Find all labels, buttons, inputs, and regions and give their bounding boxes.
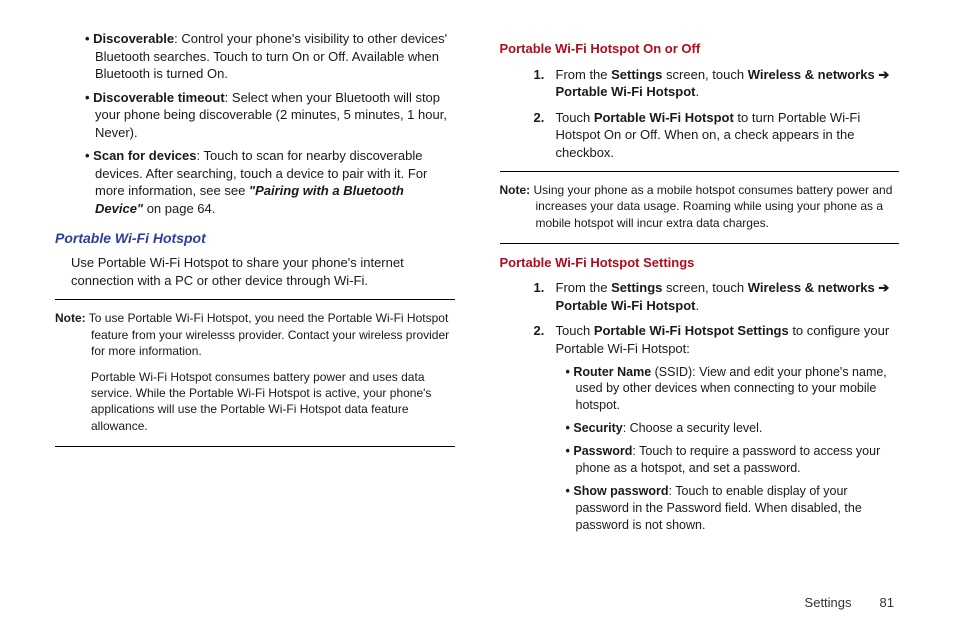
step-item: From the Settings screen, touch Wireless… bbox=[556, 66, 900, 101]
bullet-term: Scan for devices bbox=[93, 148, 196, 163]
bullet-item: Security: Choose a security level. bbox=[576, 420, 900, 437]
bullet-item: Router Name (SSID): View and edit your p… bbox=[576, 364, 900, 415]
bullet-item: Password: Touch to require a password to… bbox=[576, 443, 900, 477]
bullet-item: Scan for devices: Touch to scan for near… bbox=[95, 147, 455, 217]
note-block: Note: To use Portable Wi-Fi Hotspot, you… bbox=[55, 299, 455, 446]
step-item: Touch Portable Wi-Fi Hotspot Settings to… bbox=[556, 322, 900, 533]
right-column: Portable Wi-Fi Hotspot On or Off From th… bbox=[500, 30, 900, 516]
arrow-icon: ➔ bbox=[875, 280, 890, 295]
step-item: Touch Portable Wi-Fi Hotspot to turn Por… bbox=[556, 109, 900, 162]
bullet-term: Discoverable timeout bbox=[93, 90, 225, 105]
manual-page: Discoverable: Control your phone's visib… bbox=[0, 0, 954, 546]
subsection-heading: Portable Wi-Fi Hotspot Settings bbox=[500, 254, 900, 272]
note-label: Note: bbox=[500, 183, 531, 197]
steps-list: From the Settings screen, touch Wireless… bbox=[500, 279, 900, 533]
settings-bullets: Router Name (SSID): View and edit your p… bbox=[556, 364, 900, 534]
left-column: Discoverable: Control your phone's visib… bbox=[55, 30, 455, 516]
bluetooth-bullets: Discoverable: Control your phone's visib… bbox=[55, 30, 455, 217]
step-item: From the Settings screen, touch Wireless… bbox=[556, 279, 900, 314]
footer-page-number: 81 bbox=[880, 595, 894, 610]
bullet-item: Discoverable: Control your phone's visib… bbox=[95, 30, 455, 83]
arrow-icon: ➔ bbox=[875, 67, 890, 82]
section-body: Use Portable Wi-Fi Hotspot to share your… bbox=[71, 254, 455, 289]
section-heading: Portable Wi-Fi Hotspot bbox=[55, 229, 455, 248]
note-text: Using your phone as a mobile hotspot con… bbox=[534, 183, 893, 229]
footer-section: Settings bbox=[805, 595, 852, 610]
bullet-desc: on page 64. bbox=[143, 201, 215, 216]
note-text: Portable Wi-Fi Hotspot consumes battery … bbox=[55, 369, 455, 434]
page-footer: Settings 81 bbox=[805, 595, 894, 610]
steps-list: From the Settings screen, touch Wireless… bbox=[500, 66, 900, 162]
subsection-heading: Portable Wi-Fi Hotspot On or Off bbox=[500, 40, 900, 58]
note-text: To use Portable Wi-Fi Hotspot, you need … bbox=[89, 311, 449, 357]
bullet-term: Discoverable bbox=[93, 31, 174, 46]
note-block: Note: Using your phone as a mobile hotsp… bbox=[500, 171, 900, 244]
note-label: Note: bbox=[55, 311, 86, 325]
bullet-item: Discoverable timeout: Select when your B… bbox=[95, 89, 455, 142]
bullet-item: Show password: Touch to enable display o… bbox=[576, 483, 900, 534]
